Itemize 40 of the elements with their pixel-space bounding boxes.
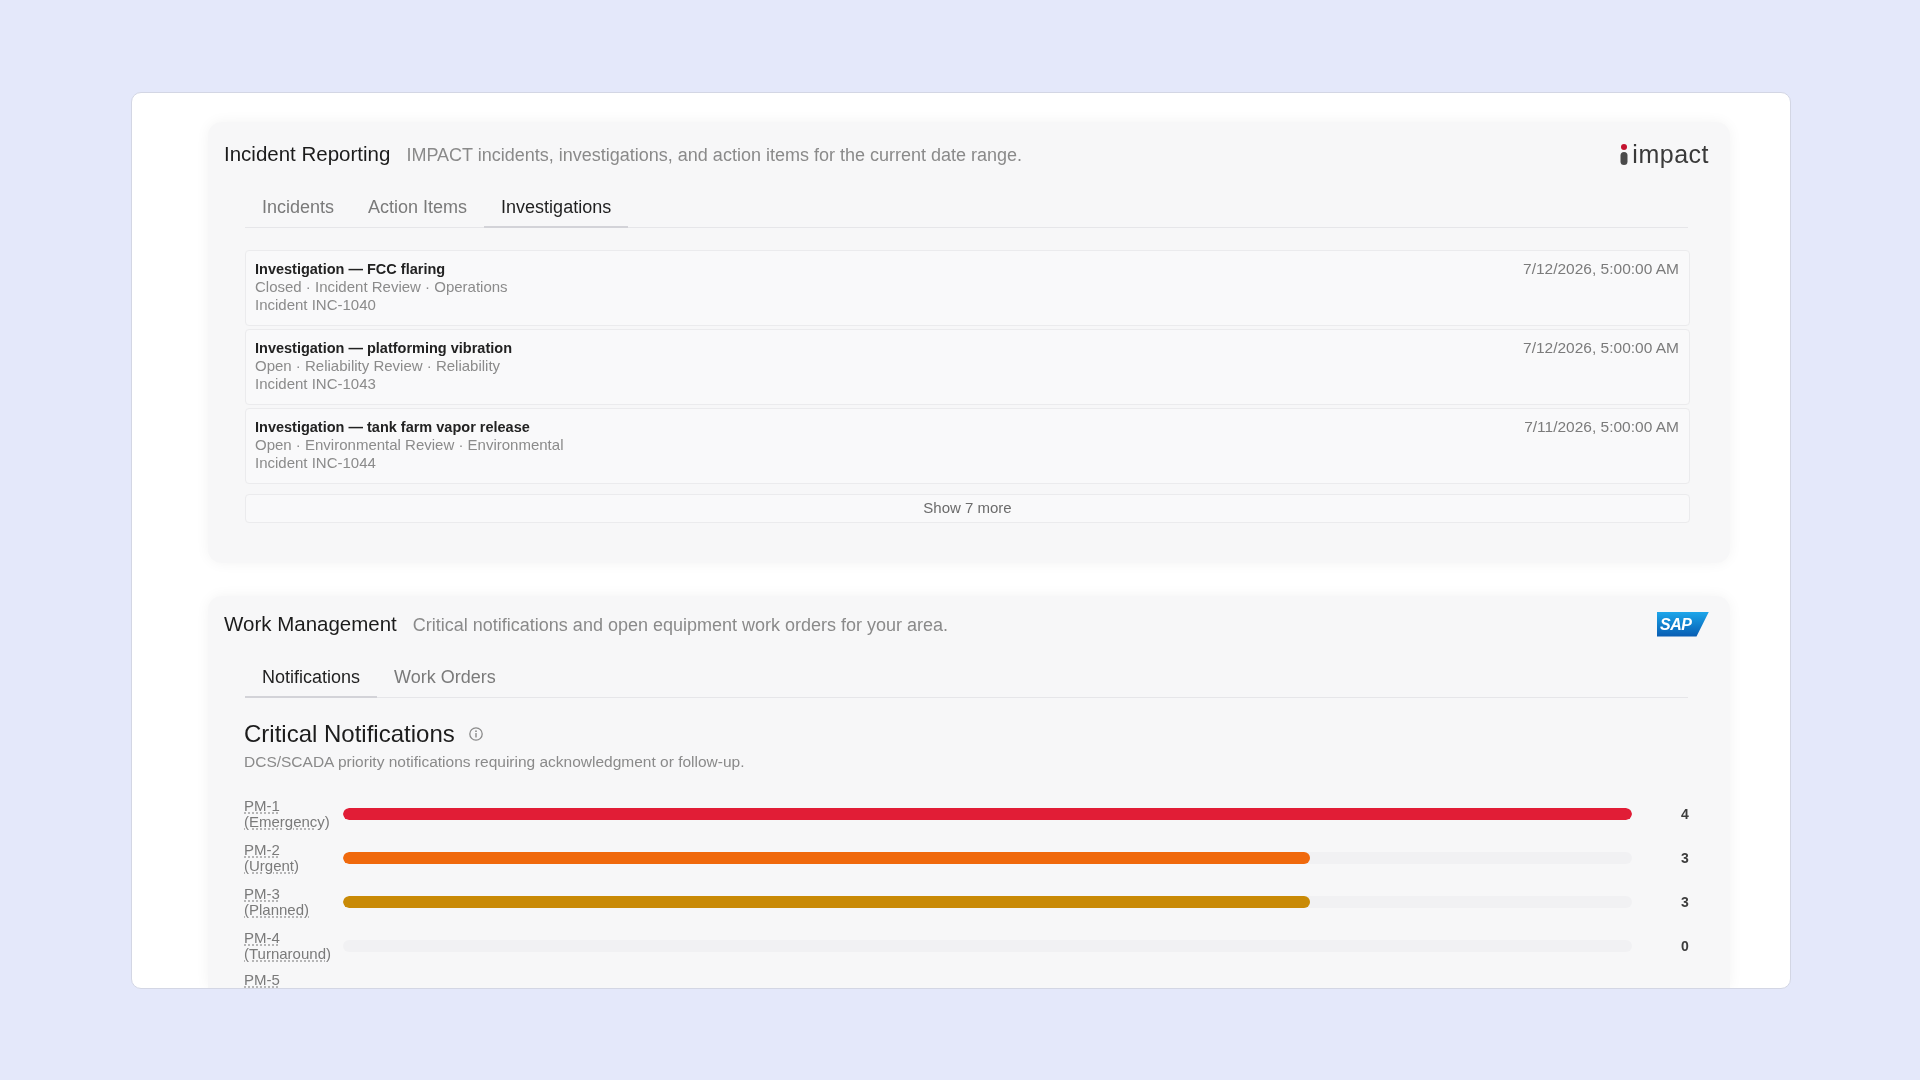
notifications-subtitle: DCS/SCADA priority notifications requiring acknowledgment or follow-up. <box>244 753 746 771</box>
count-value: 3 <box>1680 892 1690 912</box>
section-description: Critical notifications and open equipment work orders for your area. <box>412 614 949 636</box>
tab[interactable]: Investigations <box>484 188 629 228</box>
priority-label[interactable]: PM-5 <box>244 973 280 987</box>
logo-text: impact <box>1632 140 1709 168</box>
tab[interactable]: Incidents <box>245 188 352 228</box>
investigation-date: 7/12/2026, 5:00:00 AM <box>1523 339 1679 357</box>
investigation-date: 7/12/2026, 5:00:00 AM <box>1523 260 1679 278</box>
tab[interactable]: Notifications <box>245 658 378 698</box>
investigation-row[interactable]: Investigation — platforming vibration Open · Reliability Review · Reliability Incident INC-1043 7/12/2026, 5:00:00 AM <box>245 329 1690 405</box>
show-more-button[interactable]: Show 7 more <box>245 494 1690 523</box>
priority-label[interactable]: PM-4 (Turnaround) <box>244 930 331 962</box>
priority-label[interactable]: PM-1 (Emergency) <box>244 798 330 830</box>
investigation-row[interactable]: Investigation — tank farm vapor release Open · Environmental Review · Environmental Incident INC-1044 7/11/2026, 5:00:00 AM <box>245 408 1690 484</box>
incident-reference: Incident INC-1043 <box>255 375 377 393</box>
investigation-row[interactable]: Investigation — FCC flaring Closed · Incident Review · Operations Incident INC-1040 7/12/2026, 5:00:00 AM <box>245 250 1690 326</box>
investigation-title: Investigation — tank farm vapor release <box>255 418 531 436</box>
section-description: IMPACT incidents, investigations, and action items for the current date range. <box>406 144 1023 166</box>
investigation-meta: Open · Environmental Review · Environmental <box>255 436 564 454</box>
priority-label[interactable]: PM-3 (Planned) <box>244 886 310 918</box>
incident-reference: Incident INC-1044 <box>255 454 377 472</box>
section-title: Incident Reporting <box>224 141 391 167</box>
investigation-meta: Open · Reliability Review · Reliability <box>255 357 502 375</box>
section-title: Work Management <box>224 611 397 637</box>
info-icon[interactable] <box>468 727 483 741</box>
count-value: 0 <box>1680 936 1690 956</box>
tab[interactable]: Work Orders <box>377 658 513 698</box>
investigation-title: Investigation — FCC flaring <box>255 260 447 278</box>
logo-mark-icon <box>1620 143 1629 165</box>
notifications-title: Critical Notifications <box>244 720 455 748</box>
incident-reference: Incident INC-1040 <box>255 296 377 314</box>
count-value: 3 <box>1680 848 1690 868</box>
logo-badge: SAP <box>1657 611 1709 637</box>
tab[interactable]: Action Items <box>351 188 485 228</box>
investigation-date: 7/11/2026, 5:00:00 AM <box>1524 418 1679 436</box>
investigation-title: Investigation — platforming vibration <box>255 339 512 357</box>
priority-label[interactable]: PM-2 (Urgent) <box>244 842 299 874</box>
investigation-meta: Closed · Incident Review · Operations <box>255 278 508 296</box>
count-value: 4 <box>1680 804 1690 824</box>
